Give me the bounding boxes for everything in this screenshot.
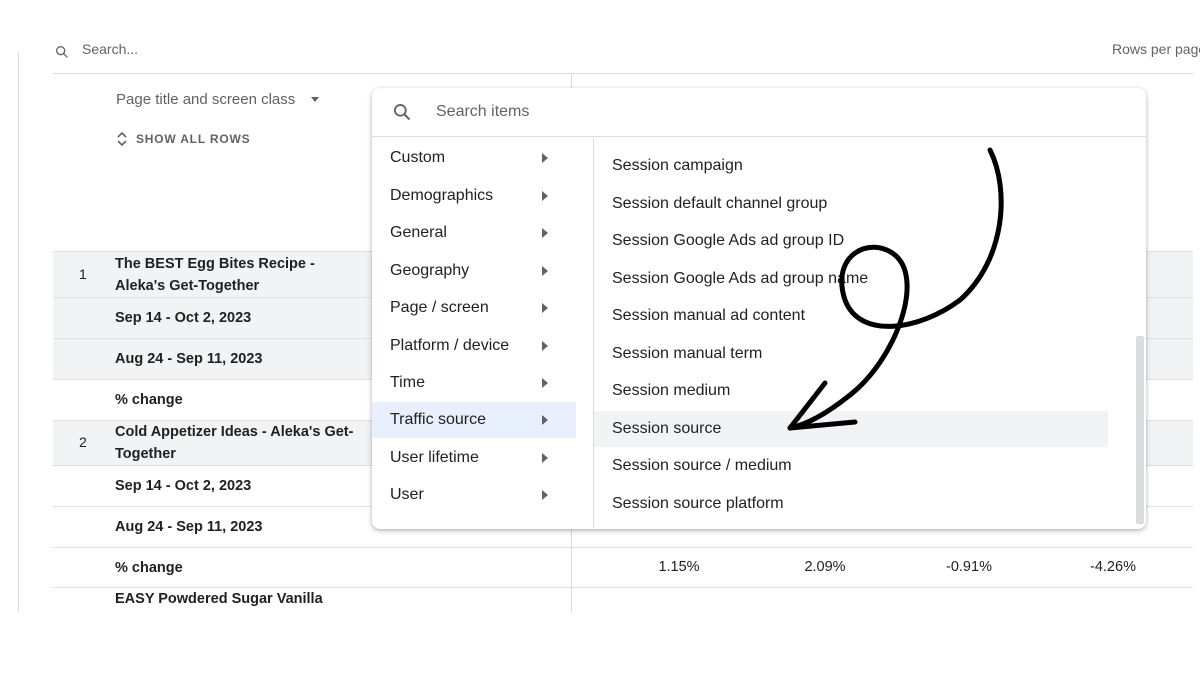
table-search-input[interactable]: Search...	[82, 44, 138, 58]
option-label: Session medium	[612, 382, 731, 399]
option-session-medium[interactable]: Session medium	[594, 373, 1129, 409]
row-change: % change	[115, 560, 183, 576]
show-all-rows-button[interactable]: SHOW ALL ROWS	[116, 131, 250, 147]
table-row[interactable]: EASY Powdered Sugar Vanilla	[53, 587, 1193, 611]
row-period: Aug 24 - Sep 11, 2023	[115, 519, 263, 535]
option-session-manual-term[interactable]: Session manual term	[594, 336, 1129, 372]
category-time[interactable]: Time	[372, 365, 576, 401]
category-page-screen[interactable]: Page / screen	[372, 290, 576, 326]
header-divider	[53, 73, 1193, 74]
chevron-right-icon	[542, 228, 548, 238]
option-session-campaign[interactable]: Session campaign	[594, 148, 1129, 184]
category-platform-device[interactable]: Platform / device	[372, 328, 576, 364]
show-all-rows-label: SHOW ALL ROWS	[136, 132, 251, 146]
option-session-source-medium[interactable]: Session source / medium	[594, 448, 1129, 484]
dimension-label: Page title and screen class	[116, 91, 296, 108]
row-number: 2	[79, 434, 87, 450]
row-period: Sep 14 - Oct 2, 2023	[115, 478, 252, 494]
category-label: Demographics	[390, 187, 494, 204]
chevron-right-icon	[542, 490, 548, 500]
category-label: General	[390, 224, 447, 241]
menu-scrollbar[interactable]	[1136, 336, 1144, 524]
chevron-right-icon	[542, 453, 548, 463]
row-period: Aug 24 - Sep 11, 2023	[115, 351, 263, 367]
category-list: Custom Demographics General Geography Pa…	[372, 138, 594, 528]
option-label: Session manual ad content	[612, 307, 806, 324]
report-canvas: Search... Rows per page Page title and s…	[0, 0, 1200, 700]
option-label: Session manual term	[612, 345, 763, 362]
option-label: Session campaign	[612, 157, 743, 174]
row-change: % change	[115, 392, 183, 408]
left-border	[18, 52, 19, 612]
chevron-right-icon	[542, 378, 548, 388]
row-title: The BEST Egg Bites Recipe - Aleka's Get-…	[115, 256, 315, 294]
option-session-source[interactable]: Session source	[594, 411, 1108, 447]
category-demographics[interactable]: Demographics	[372, 178, 576, 214]
option-label: Session Google Ads ad group name	[612, 270, 869, 287]
category-general[interactable]: General	[372, 215, 576, 251]
category-label: Platform / device	[390, 337, 510, 354]
category-user[interactable]: User	[372, 477, 576, 513]
search-icon	[392, 102, 412, 122]
category-custom[interactable]: Custom	[372, 140, 576, 176]
option-label: Session default channel group	[612, 195, 828, 212]
dimension-selector[interactable]: Page title and screen class	[116, 91, 320, 108]
row-title: EASY Powdered Sugar Vanilla	[115, 591, 323, 607]
category-label: User	[390, 486, 424, 503]
menu-search-bar	[372, 88, 1146, 137]
rows-per-page-label: Rows per page	[1112, 44, 1200, 57]
option-session-source-platform[interactable]: Session source platform	[594, 486, 1129, 522]
caret-down-icon	[311, 97, 320, 102]
change-value: -0.91%	[946, 559, 992, 575]
option-label: Session source platform	[612, 495, 784, 512]
option-session-default-channel-group[interactable]: Session default channel group	[594, 186, 1129, 222]
category-label: Geography	[390, 262, 470, 279]
category-user-lifetime[interactable]: User lifetime	[372, 440, 576, 476]
expand-collapse-icon	[117, 131, 127, 147]
chevron-right-icon	[542, 191, 548, 201]
chevron-right-icon	[542, 153, 548, 163]
chevron-right-icon	[542, 266, 548, 276]
option-label: Session source / medium	[612, 457, 792, 474]
change-value: 1.15%	[658, 559, 700, 575]
category-label: Time	[390, 374, 425, 391]
row-title: Cold Appetizer Ideas - Aleka's Get-Toget…	[115, 424, 354, 462]
category-label: Custom	[390, 149, 446, 166]
category-label: Page / screen	[390, 299, 489, 316]
change-value: 2.09%	[804, 559, 846, 575]
option-session-google-ads-ad-group-id[interactable]: Session Google Ads ad group ID	[594, 223, 1129, 259]
category-label: Traffic source	[390, 411, 487, 428]
table-row: % change 1.15% 2.09% -0.91% -4.26%	[53, 547, 1193, 587]
category-traffic-source[interactable]: Traffic source	[372, 402, 576, 438]
option-label: Session source	[612, 420, 722, 437]
option-session-manual-ad-content[interactable]: Session manual ad content	[594, 298, 1129, 334]
chevron-right-icon	[542, 341, 548, 351]
dimension-option-list: Session campaign Session default channel…	[594, 138, 1129, 528]
category-label: User lifetime	[390, 449, 479, 466]
row-period: Sep 14 - Oct 2, 2023	[115, 310, 252, 326]
search-items-input[interactable]	[436, 100, 1116, 124]
chevron-right-icon	[542, 303, 548, 313]
row-number: 1	[79, 266, 87, 282]
option-label: Session Google Ads ad group ID	[612, 232, 845, 249]
option-session-google-ads-ad-group-name[interactable]: Session Google Ads ad group name	[594, 261, 1129, 297]
dimension-picker-menu: Custom Demographics General Geography Pa…	[372, 88, 1146, 529]
chevron-right-icon	[542, 415, 548, 425]
category-geography[interactable]: Geography	[372, 253, 576, 289]
search-icon	[54, 44, 70, 58]
change-value: -4.26%	[1090, 559, 1136, 575]
